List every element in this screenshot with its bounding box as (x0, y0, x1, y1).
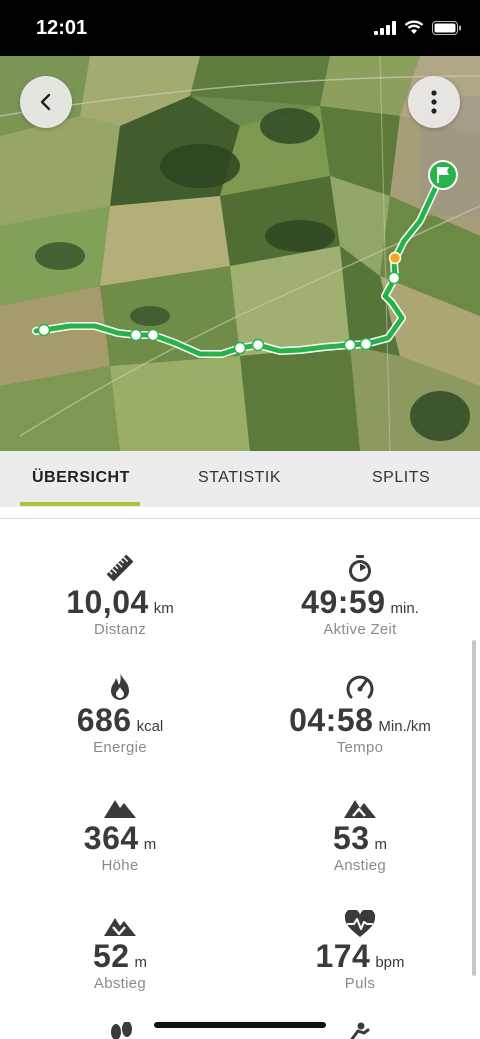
descent-icon (104, 918, 136, 936)
pace-value: 04:58 (289, 702, 374, 738)
flame-icon (111, 673, 129, 700)
stopwatch-icon (349, 555, 371, 582)
stat-distance: 10,04 km Distanz (0, 550, 240, 638)
stat-heart-rate: 174 bpm Puls (240, 904, 480, 992)
battery-icon (432, 20, 461, 35)
heart-rate-value: 174 (315, 938, 371, 974)
heart-rate-label: Puls (344, 975, 376, 992)
stat-active-time: 49:59 min. Aktive Zeit (240, 550, 480, 638)
divider (0, 518, 480, 519)
stat-altitude: 364 m Höhe (0, 786, 240, 874)
current-position-marker (388, 251, 402, 265)
satellite-map (0, 56, 480, 451)
stat-descent: 52 m Abstieg (0, 904, 240, 992)
descent-value: 52 (92, 938, 130, 974)
chevron-left-icon (40, 93, 51, 111)
energy-unit: kcal (136, 718, 164, 735)
pace-label: Tempo (336, 739, 384, 756)
runner-icon (350, 1022, 370, 1039)
altitude-value: 364 (83, 820, 139, 856)
heart-rate-unit: bpm (375, 954, 405, 971)
status-time: 12:01 (36, 17, 88, 39)
ascent-label: Anstieg (333, 857, 387, 874)
descent-label: Abstieg (93, 975, 147, 992)
heart-pulse-icon (344, 910, 376, 937)
energy-label: Energie (93, 739, 147, 756)
pace-unit: Min./km (378, 718, 431, 735)
footsteps-icon (111, 1022, 132, 1039)
route-map[interactable] (0, 56, 480, 451)
altitude-label: Höhe (101, 857, 139, 874)
status-bar: 12:01 (0, 0, 480, 56)
ascent-icon (344, 800, 376, 818)
more-vertical-icon (431, 90, 437, 114)
altitude-unit: m (143, 836, 157, 853)
active-tab-indicator (20, 502, 140, 506)
tab-splits[interactable]: SPLITS (372, 469, 430, 487)
descent-unit: m (134, 954, 148, 971)
energy-value: 686 (76, 702, 132, 738)
speedometer-icon (346, 675, 374, 699)
finish-flag-icon[interactable] (428, 160, 458, 190)
signal-icon (374, 20, 396, 35)
home-indicator[interactable] (154, 1022, 326, 1028)
distance-unit: km (153, 600, 174, 617)
tab-overview[interactable]: ÜBERSICHT (32, 469, 130, 487)
ruler-icon (106, 554, 134, 582)
mountain-icon (104, 800, 136, 818)
stat-pace: 04:58 Min./km Tempo (240, 668, 480, 756)
distance-label: Distanz (93, 621, 147, 638)
wifi-icon (404, 20, 424, 34)
ascent-unit: m (374, 836, 388, 853)
tab-bar: ÜBERSICHT STATISTIK SPLITS (0, 451, 480, 507)
scrollbar[interactable] (472, 640, 476, 976)
tab-statistics[interactable]: STATISTIK (198, 469, 281, 487)
active-time-value: 49:59 (301, 584, 386, 620)
back-button[interactable] (20, 76, 72, 128)
stat-ascent: 53 m Anstieg (240, 786, 480, 874)
distance-value: 10,04 (66, 584, 149, 620)
more-options-button[interactable] (408, 76, 460, 128)
status-icons (374, 20, 462, 35)
active-time-label: Aktive Zeit (323, 621, 397, 638)
ascent-value: 53 (332, 820, 370, 856)
active-time-unit: min. (390, 600, 419, 617)
stat-energy: 686 kcal Energie (0, 668, 240, 756)
